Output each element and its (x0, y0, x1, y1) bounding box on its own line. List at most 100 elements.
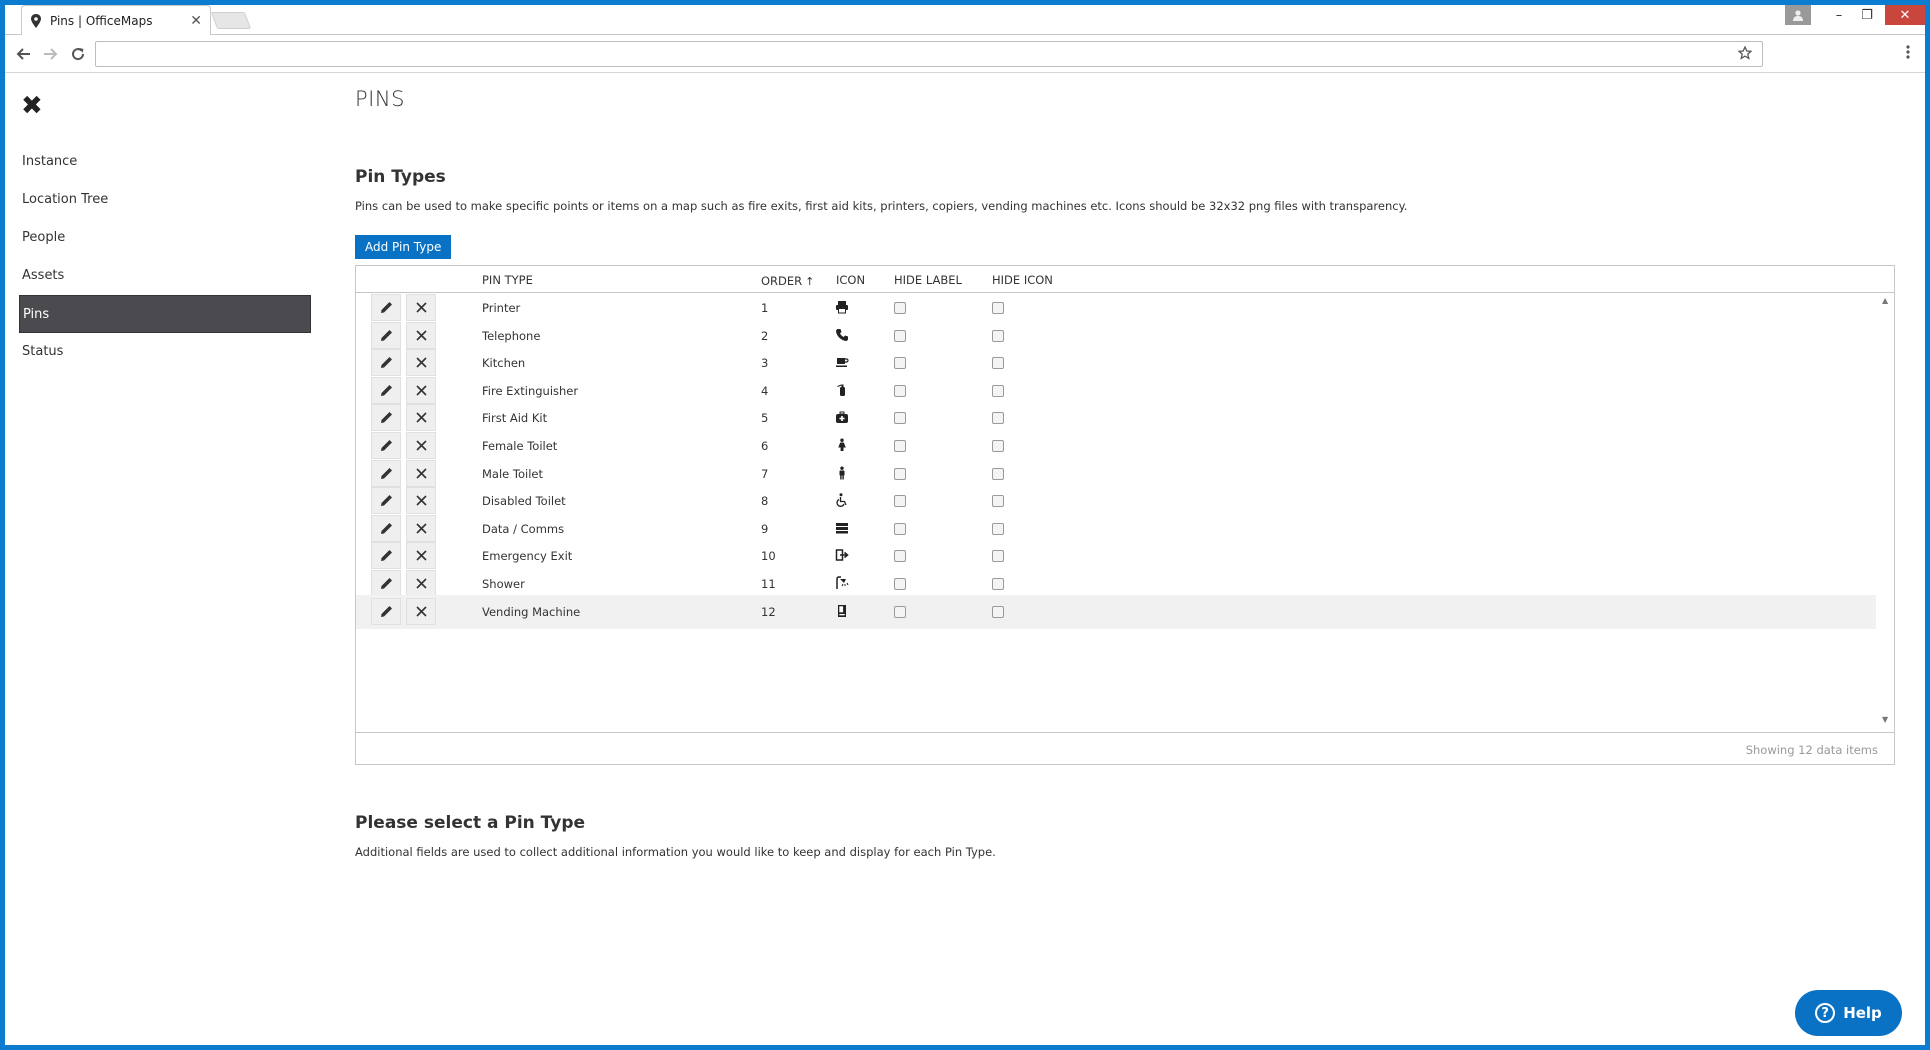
hide-label-checkbox[interactable] (894, 467, 906, 480)
reload-button[interactable] (67, 43, 89, 65)
pin-type-order: 8 (761, 494, 769, 509)
hide-icon-checkbox[interactable] (992, 495, 1004, 508)
hide-icon-checkbox[interactable] (992, 412, 1004, 425)
hide-icon-checkbox[interactable] (992, 605, 1004, 618)
hide-label-checkbox[interactable] (894, 357, 906, 370)
new-tab-button[interactable] (210, 12, 252, 29)
edit-row-button[interactable] (371, 597, 401, 625)
sidebar-item-location-tree[interactable]: Location Tree (19, 181, 311, 219)
delete-row-button[interactable] (406, 294, 436, 321)
delete-row-button[interactable] (406, 570, 436, 597)
sidebar-item-status[interactable]: Status (19, 333, 311, 371)
delete-row-button[interactable] (406, 376, 436, 404)
window-minimize-button[interactable]: – (1825, 5, 1853, 25)
hide-icon-checkbox[interactable] (992, 329, 1004, 342)
close-icon (415, 495, 427, 506)
edit-row-button[interactable] (371, 376, 401, 404)
edit-row-button[interactable] (371, 321, 401, 349)
column-header-icon[interactable]: ICON (836, 273, 865, 287)
sidebar-item-instance[interactable]: Instance (19, 143, 311, 181)
address-bar[interactable] (95, 41, 1763, 67)
pin-type-order: 7 (761, 466, 769, 481)
user-profile-button[interactable] (1785, 5, 1811, 25)
delete-row-button[interactable] (406, 321, 436, 349)
pin-type-order: 11 (761, 577, 776, 591)
grid-scrollbar[interactable]: ▲ ▼ (1878, 294, 1894, 726)
hide-label-checkbox[interactable] (894, 412, 906, 425)
hide-label-checkbox[interactable] (894, 384, 906, 397)
delete-row-button[interactable] (406, 514, 436, 542)
hide-label-checkbox[interactable] (894, 329, 906, 342)
delete-row-button[interactable] (406, 597, 436, 625)
scroll-up-icon[interactable]: ▲ (1882, 296, 1888, 305)
forward-button[interactable] (39, 43, 61, 65)
pencil-icon (380, 357, 392, 369)
edit-row-button[interactable] (371, 294, 401, 321)
column-header-order[interactable]: ORDER ↑ (761, 274, 814, 288)
window-restore-button[interactable]: ❐ (1853, 5, 1881, 25)
male-icon (839, 466, 845, 480)
add-pin-type-button[interactable]: Add Pin Type (355, 235, 452, 259)
close-icon (415, 330, 427, 341)
arrow-left-icon (16, 48, 30, 60)
tab-strip: Pins | OfficeMaps ✕ – ❐ ✕ (5, 5, 1925, 36)
sidebar-item-assets[interactable]: Assets (19, 257, 311, 295)
hide-label-checkbox[interactable] (894, 302, 906, 314)
edit-row-button[interactable] (371, 487, 401, 515)
table-row[interactable]: Vending Machine 12 (356, 594, 1876, 629)
pencil-icon (380, 578, 392, 589)
delete-row-button[interactable] (406, 432, 436, 459)
tab-close-icon[interactable]: ✕ (190, 13, 202, 29)
back-button[interactable] (13, 43, 35, 65)
help-button[interactable]: ? Help (1795, 990, 1902, 1036)
edit-row-button[interactable] (371, 432, 401, 459)
hide-icon-checkbox[interactable] (992, 302, 1004, 314)
shower-icon (836, 576, 849, 589)
sidebar-item-pins[interactable]: Pins (19, 295, 311, 333)
hide-label-checkbox[interactable] (894, 440, 906, 452)
browser-tab[interactable]: Pins | OfficeMaps ✕ (21, 5, 211, 36)
close-sidebar-icon[interactable]: ✖ (21, 93, 47, 119)
hide-icon-checkbox[interactable] (992, 384, 1004, 397)
pencil-icon (380, 384, 392, 396)
pin-type-name: Disabled Toilet (482, 494, 566, 509)
hide-label-checkbox[interactable] (894, 522, 906, 535)
delete-row-button[interactable] (406, 487, 436, 515)
window-close-button[interactable]: ✕ (1885, 5, 1925, 25)
close-icon (415, 578, 427, 589)
hide-icon-checkbox[interactable] (992, 467, 1004, 480)
delete-row-button[interactable] (406, 349, 436, 377)
hide-icon-checkbox[interactable] (992, 357, 1004, 370)
hide-label-checkbox[interactable] (894, 605, 906, 618)
column-header-hide-icon[interactable]: HIDE ICON (992, 273, 1053, 287)
delete-row-button[interactable] (406, 542, 436, 570)
delete-row-button[interactable] (406, 459, 436, 487)
column-header-hide-label[interactable]: HIDE LABEL (894, 273, 962, 287)
edit-row-button[interactable] (371, 514, 401, 542)
hide-icon-checkbox[interactable] (992, 522, 1004, 535)
bookmark-star-icon[interactable] (1737, 45, 1753, 64)
edit-row-button[interactable] (371, 542, 401, 570)
pin-type-order: 3 (761, 356, 769, 371)
tab-title: Pins | OfficeMaps (50, 14, 153, 28)
hide-icon-checkbox[interactable] (992, 440, 1004, 452)
section-description: Pins can be used to make specific points… (355, 199, 1408, 213)
edit-row-button[interactable] (371, 570, 401, 597)
hide-icon-checkbox[interactable] (992, 578, 1004, 590)
scroll-down-icon[interactable]: ▼ (1882, 715, 1888, 724)
hide-label-checkbox[interactable] (894, 495, 906, 508)
hide-icon-checkbox[interactable] (992, 550, 1004, 563)
edit-row-button[interactable] (371, 349, 401, 377)
grid-footer: Showing 12 data items (356, 732, 1894, 765)
browser-menu-icon[interactable] (1905, 44, 1911, 64)
sidebar-item-people[interactable]: People (19, 219, 311, 257)
edit-row-button[interactable] (371, 459, 401, 487)
edit-row-button[interactable] (371, 404, 401, 432)
pencil-icon (380, 440, 392, 451)
pin-type-name: Shower (482, 577, 525, 591)
column-header-pin-type[interactable]: PIN TYPE (482, 273, 533, 287)
hide-label-checkbox[interactable] (894, 578, 906, 590)
phone-icon (836, 328, 848, 341)
delete-row-button[interactable] (406, 404, 436, 432)
hide-label-checkbox[interactable] (894, 550, 906, 563)
